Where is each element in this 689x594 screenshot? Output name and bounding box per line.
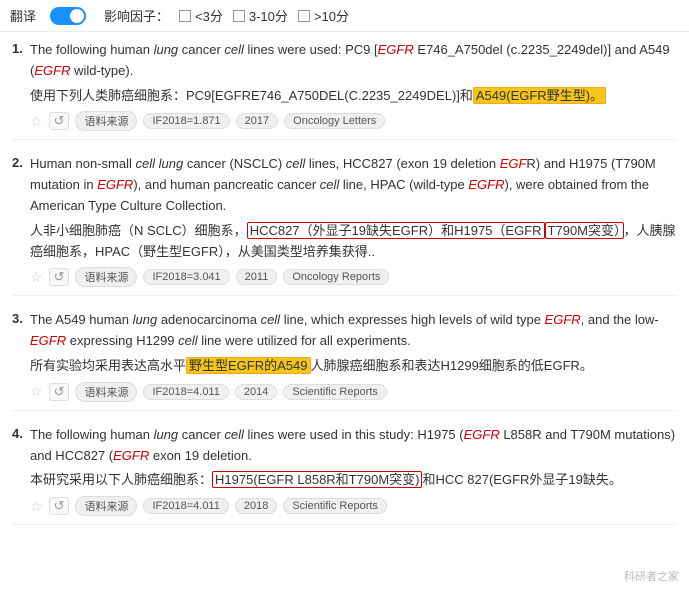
if-tag-2: IF2018=3.041 [143, 269, 229, 285]
result-zh-text-3: 所有实验均采用表达高水平野生型EGFR的A549人肺腺癌细胞系和表达H1299细… [30, 356, 677, 377]
filter-checkbox-2[interactable] [233, 10, 245, 22]
recycle-icon-4[interactable]: ↺ [49, 497, 70, 515]
result-zh-text-4: 本研究采用以下人肺癌细胞系：H1975(EGFR L858R和T790M突变)和… [30, 470, 677, 491]
filter-checkbox-1[interactable] [179, 10, 191, 22]
highlight-2a: HCC827（外显子19缺失EGFR）和H1975（EGFR [247, 222, 545, 239]
result-number-2: 2. [12, 155, 23, 170]
meta-row-1: ☆ ↺ 语料来源 IF2018=1.871 2017 Oncology Lett… [30, 111, 677, 131]
source-tag-4[interactable]: 语料来源 [75, 496, 137, 516]
result-zh-text-1: 使用下列人类肺癌细胞系：PC9[EGFRE746_A750DEL(C.2235_… [30, 86, 677, 107]
filter-item-2[interactable]: 3-10分 [233, 6, 288, 25]
recycle-icon-1[interactable]: ↺ [49, 112, 70, 130]
result-item-1: 1. The following human lung cancer cell … [12, 40, 677, 140]
if-tag-1: IF2018=1.871 [143, 113, 229, 129]
year-tag-2: 2011 [236, 269, 278, 285]
highlight-1: A549(EGFR野生型)。 [473, 87, 606, 104]
meta-row-3: ☆ ↺ 语料来源 IF2018=4.011 2014 Scientific Re… [30, 382, 677, 402]
result-en-text-4: The following human lung cancer cell lin… [30, 427, 675, 463]
journal-tag-4: Scientific Reports [283, 498, 387, 514]
result-number-4: 4. [12, 426, 23, 441]
journal-tag-1: Oncology Letters [284, 113, 385, 129]
top-bar: 翻译 影响因子： <3分 3-10分 >10分 [0, 0, 689, 32]
year-tag-1: 2017 [236, 113, 278, 129]
star-icon-3[interactable]: ☆ [30, 383, 43, 400]
star-icon-4[interactable]: ☆ [30, 498, 43, 515]
year-tag-3: 2014 [235, 384, 277, 400]
translate-toggle[interactable] [50, 7, 86, 25]
result-item-2: 2. Human non-small cell lung cancer (NSC… [12, 154, 677, 296]
if-tag-3: IF2018=4.011 [143, 384, 228, 400]
filter-item-3[interactable]: >10分 [298, 6, 349, 25]
year-tag-4: 2018 [235, 498, 277, 514]
result-en-text-1: The following human lung cancer cell lin… [30, 42, 670, 78]
result-number-1: 1. [12, 41, 23, 56]
star-icon-1[interactable]: ☆ [30, 113, 43, 130]
filter-label-2: 3-10分 [249, 6, 288, 25]
highlight-2b: T790M突变） [545, 222, 624, 239]
result-zh-text-2: 人非小细胞肺癌（N SCLC）细胞系，HCC827（外显子19缺失EGFR）和H… [30, 221, 677, 263]
results-content: 1. The following human lung cancer cell … [0, 32, 689, 547]
filter-item-1[interactable]: <3分 [179, 6, 223, 25]
filter-label-3: >10分 [314, 6, 349, 25]
translate-label: 翻译 [10, 6, 36, 25]
result-item-3: 3. The A549 human lung adenocarcinoma ce… [12, 310, 677, 410]
if-tag-4: IF2018=4.011 [143, 498, 228, 514]
source-tag-3[interactable]: 语料来源 [75, 382, 137, 402]
watermark: 科研者之家 [624, 568, 679, 584]
result-item-4: 4. The following human lung cancer cell … [12, 425, 677, 525]
recycle-icon-3[interactable]: ↺ [49, 383, 70, 401]
filter-label-1: <3分 [195, 6, 223, 25]
highlight-4: H1975(EGFR L858R和T790M突变) [212, 471, 422, 488]
star-icon-2[interactable]: ☆ [30, 269, 43, 286]
highlight-3: 野生型EGFR的A549 [186, 357, 310, 374]
result-number-3: 3. [12, 311, 23, 326]
meta-row-2: ☆ ↺ 语料来源 IF2018=3.041 2011 Oncology Repo… [30, 267, 677, 287]
source-tag-1[interactable]: 语料来源 [75, 111, 137, 131]
filter-checkbox-3[interactable] [298, 10, 310, 22]
recycle-icon-2[interactable]: ↺ [49, 268, 70, 286]
meta-row-4: ☆ ↺ 语料来源 IF2018=4.011 2018 Scientific Re… [30, 496, 677, 516]
impact-label: 影响因子： [104, 6, 169, 25]
result-en-text-3: The A549 human lung adenocarcinoma cell … [30, 312, 659, 348]
journal-tag-3: Scientific Reports [283, 384, 387, 400]
source-tag-2[interactable]: 语料来源 [75, 267, 137, 287]
journal-tag-2: Oncology Reports [283, 269, 389, 285]
result-en-text-2: Human non-small cell lung cancer (NSCLC)… [30, 156, 656, 213]
